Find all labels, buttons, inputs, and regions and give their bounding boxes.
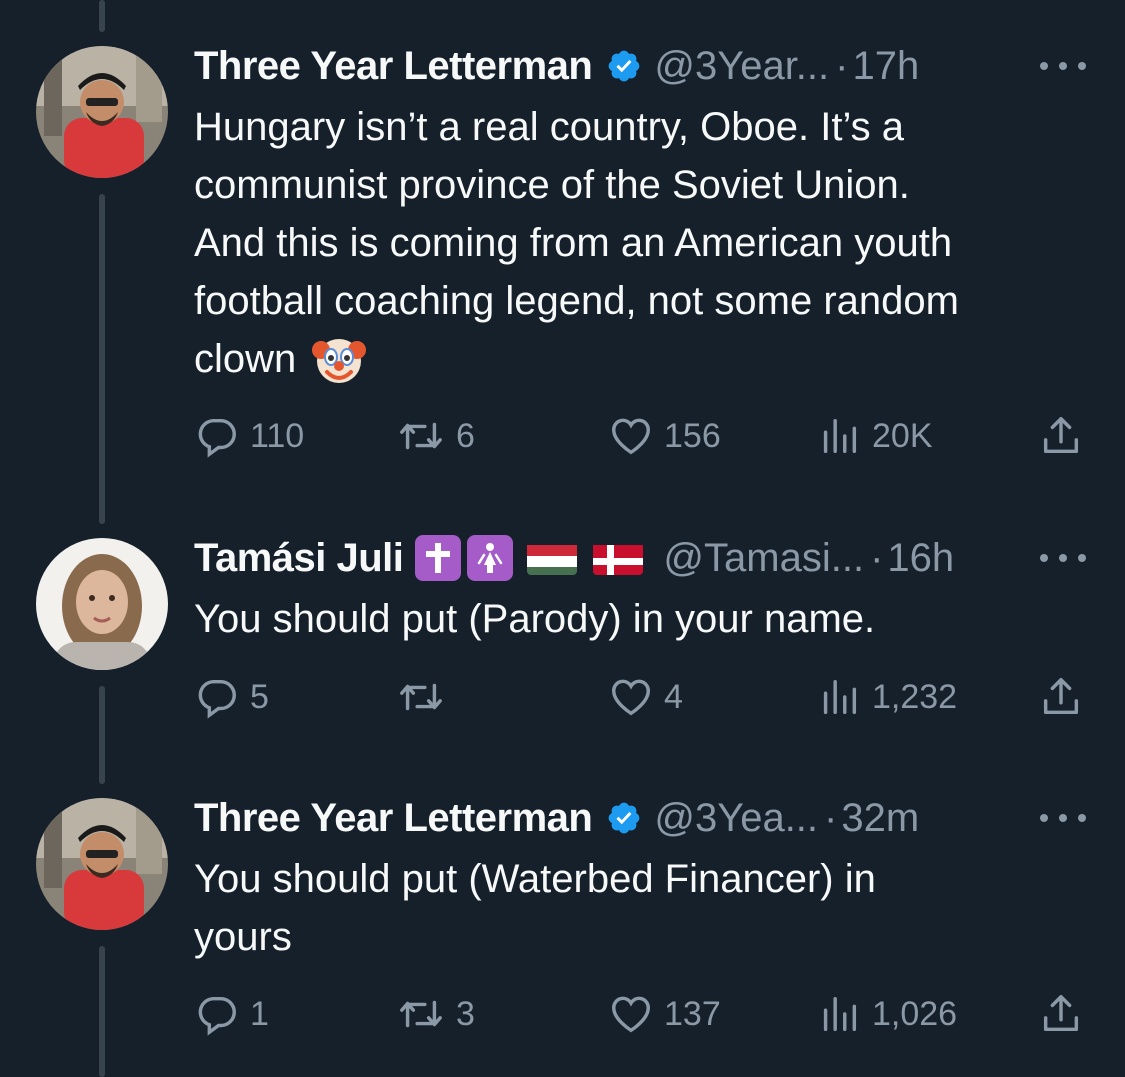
like-button[interactable]: 156 xyxy=(608,412,721,460)
tweet-text-line: You should put (Parody) in your name. xyxy=(194,597,876,641)
tweet-text: You should put (Waterbed Financer) in yo… xyxy=(194,850,1094,966)
tweet-text-line: yours xyxy=(194,915,292,959)
timestamp[interactable]: 16h xyxy=(887,533,954,583)
timestamp[interactable]: 17h xyxy=(852,41,919,91)
tweet-header: Tamási Juli @Tamasi... · 16h xyxy=(194,533,954,583)
reply-button[interactable]: 5 xyxy=(194,673,269,721)
retweet-button[interactable] xyxy=(396,673,456,721)
retweet-button[interactable]: 3 xyxy=(396,990,475,1038)
like-count: 137 xyxy=(664,994,721,1033)
handle[interactable]: @Tamasi... xyxy=(663,533,864,583)
share-icon xyxy=(1043,417,1079,454)
tweet-text-line: football coaching legend, not some rando… xyxy=(194,279,959,323)
tweet[interactable]: Three Year Letterman @3Yea... · 32m You … xyxy=(0,782,1125,1077)
heart-icon xyxy=(612,996,650,1033)
tweet-text: Hungary isn’t a real country, Oboe. It’s… xyxy=(194,98,1094,388)
like-button[interactable]: 4 xyxy=(608,673,683,721)
retweet-count: 6 xyxy=(456,416,475,455)
reply-count: 1 xyxy=(250,994,269,1033)
tweet-actions: 1 3 137 1,026 xyxy=(194,990,1094,1038)
more-options-icon[interactable] xyxy=(1040,808,1086,828)
more-options-icon[interactable] xyxy=(1040,56,1086,76)
retweet-icon xyxy=(400,683,442,711)
view-count: 1,026 xyxy=(872,994,958,1033)
like-count: 4 xyxy=(664,677,683,716)
share-icon xyxy=(1043,678,1079,715)
avatar-man-icon xyxy=(36,46,168,178)
display-name[interactable]: Three Year Letterman xyxy=(194,41,593,91)
heart-icon xyxy=(612,679,650,716)
tweet-actions: 110 6 156 20K xyxy=(194,412,1094,460)
tweet-text-line: You should put (Waterbed Financer) in xyxy=(194,857,876,901)
reply-button[interactable]: 1 xyxy=(194,990,269,1038)
reply-icon xyxy=(198,418,236,458)
latin-cross-icon xyxy=(415,535,462,581)
tweet-text: You should put (Parody) in your name. xyxy=(194,590,1094,648)
share-button[interactable] xyxy=(1038,673,1084,721)
more-options-icon[interactable] xyxy=(1040,548,1086,568)
tweet-text-line: clown xyxy=(194,337,297,381)
handle[interactable]: @3Yea... xyxy=(654,793,818,843)
analytics-icon xyxy=(823,418,857,454)
dot-separator: · xyxy=(870,536,884,580)
handle[interactable]: @3Year... xyxy=(654,41,829,91)
tweet-actions: 5 4 1,232 xyxy=(194,673,1094,721)
share-button[interactable] xyxy=(1038,990,1084,1038)
reply-count: 5 xyxy=(250,677,269,716)
retweet-icon xyxy=(400,1000,442,1028)
avatar-woman-icon xyxy=(36,538,168,670)
avatar[interactable] xyxy=(36,798,168,930)
flag-hungary-icon xyxy=(527,541,578,575)
avatar[interactable] xyxy=(36,46,168,178)
analytics-icon xyxy=(823,996,857,1032)
share-icon xyxy=(1043,995,1079,1032)
display-name[interactable]: Tamási Juli xyxy=(194,533,404,583)
tweet-text-line: communist province of the Soviet Union. xyxy=(194,163,910,207)
tweet-text-line: And this is coming from an American yout… xyxy=(194,221,953,265)
like-button[interactable]: 137 xyxy=(608,990,721,1038)
view-count: 20K xyxy=(872,416,933,455)
views-button[interactable]: 20K xyxy=(816,412,933,460)
name-emoji-badges xyxy=(415,535,651,581)
tweet-text-line: Hungary isn’t a real country, Oboe. It’s… xyxy=(194,105,904,149)
tweet-header: Three Year Letterman @3Yea... · 32m xyxy=(194,793,919,843)
retweet-button[interactable]: 6 xyxy=(396,412,475,460)
avatar-man-icon xyxy=(36,798,168,930)
womens-symbol-icon xyxy=(467,535,514,581)
reply-icon xyxy=(198,996,236,1036)
analytics-icon xyxy=(823,679,857,715)
share-button[interactable] xyxy=(1038,412,1084,460)
tweet-header: Three Year Letterman @3Year... · 17h xyxy=(194,41,919,91)
reply-button[interactable]: 110 xyxy=(194,412,304,460)
reply-count: 110 xyxy=(250,416,305,455)
timestamp[interactable]: 32m xyxy=(841,793,919,843)
views-button[interactable]: 1,232 xyxy=(816,673,957,721)
reply-icon xyxy=(198,679,236,719)
flag-denmark-icon xyxy=(593,541,644,575)
retweet-count: 3 xyxy=(456,994,475,1033)
like-count: 156 xyxy=(664,416,721,455)
heart-icon xyxy=(612,418,650,455)
views-button[interactable]: 1,026 xyxy=(816,990,957,1038)
verified-badge-icon xyxy=(606,800,642,836)
display-name[interactable]: Three Year Letterman xyxy=(194,793,593,843)
avatar[interactable] xyxy=(36,538,168,670)
dot-separator: · xyxy=(835,44,849,88)
verified-badge-icon xyxy=(606,48,642,84)
tweet[interactable]: Three Year Letterman @3Year... · 17h Hun… xyxy=(0,0,1125,520)
tweet[interactable]: Tamási Juli @Tamasi... · 16h You should … xyxy=(0,520,1125,782)
retweet-icon xyxy=(400,422,442,450)
view-count: 1,232 xyxy=(872,677,958,716)
clown-face-icon xyxy=(312,332,367,386)
dot-separator: · xyxy=(824,796,838,840)
